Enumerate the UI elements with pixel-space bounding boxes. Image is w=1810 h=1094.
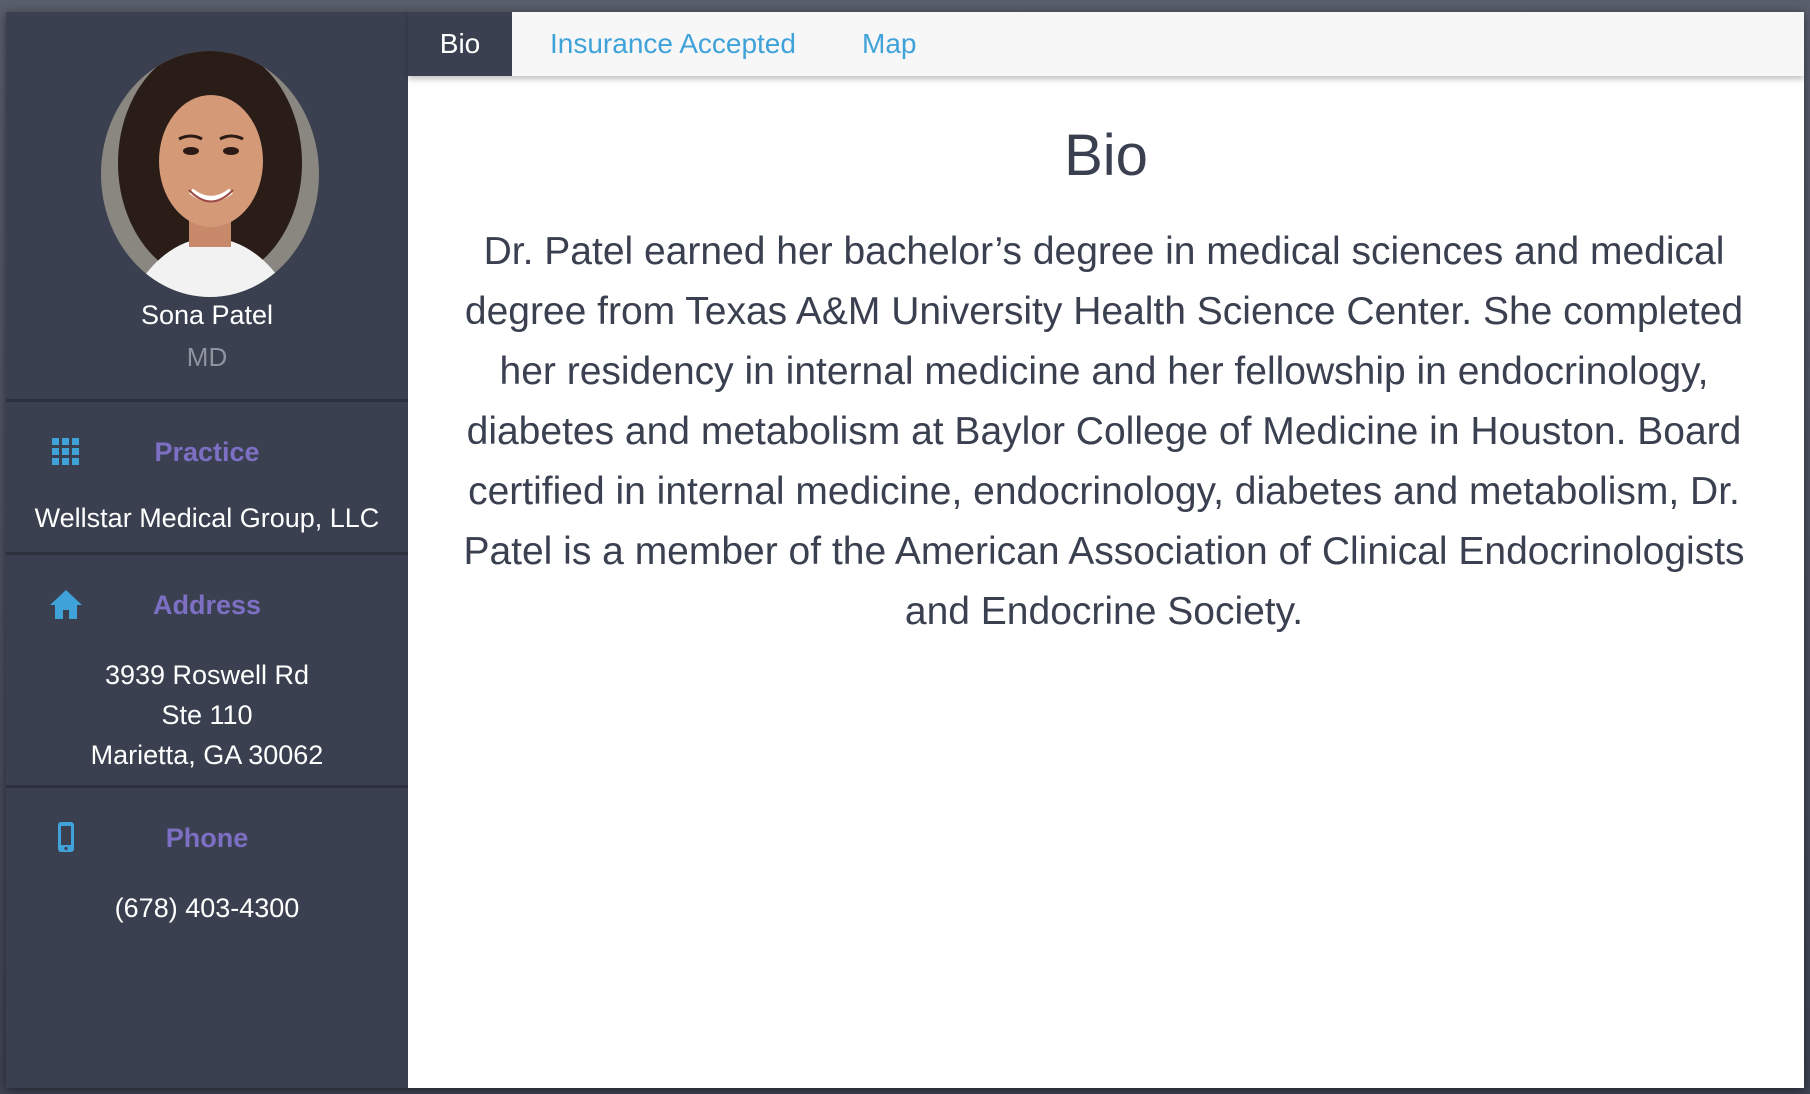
doctor-avatar <box>101 51 319 297</box>
practice-heading: Practice <box>154 437 260 467</box>
address-line-2: Ste 110 <box>161 700 253 730</box>
tab-map[interactable]: Map <box>862 12 916 76</box>
phone-section: Phone (678) 403-4300 <box>6 788 408 1088</box>
doctor-profile-modal: Sona Patel MD Practice Wellstar Medical … <box>6 12 1804 1088</box>
address-section: Address 3939 Roswell Rd Ste 110 Marietta… <box>6 555 408 788</box>
phone-number[interactable]: (678) 403-4300 <box>6 888 408 928</box>
profile-content: Bio Insurance Accepted Map Bio Dr. Patel… <box>408 12 1804 1088</box>
address-heading: Address <box>152 590 262 620</box>
doctor-sidebar: Sona Patel MD Practice Wellstar Medical … <box>6 12 408 1088</box>
doctor-credential: MD <box>186 342 228 372</box>
address-block: 3939 Roswell Rd Ste 110 Marietta, GA 300… <box>6 655 408 775</box>
practice-name: Wellstar Medical Group, LLC <box>34 503 380 533</box>
tab-insurance-accepted[interactable]: Insurance Accepted <box>550 12 796 76</box>
bio-title: Bio <box>1064 123 1148 188</box>
phone-heading: Phone <box>165 823 249 853</box>
address-line-1: 3939 Roswell Rd <box>104 660 310 690</box>
address-line-3: Marietta, GA 30062 <box>90 740 324 770</box>
bio-text: Dr. Patel earned her bachelor’s degree i… <box>463 230 1745 633</box>
doctor-name: Sona Patel <box>140 300 274 330</box>
practice-section: Practice Wellstar Medical Group, LLC <box>6 402 408 555</box>
doctor-profile-card: Sona Patel MD <box>6 12 408 402</box>
tab-bio[interactable]: Bio <box>408 12 512 76</box>
profile-tab-bar: Bio Insurance Accepted Map <box>408 12 1804 76</box>
